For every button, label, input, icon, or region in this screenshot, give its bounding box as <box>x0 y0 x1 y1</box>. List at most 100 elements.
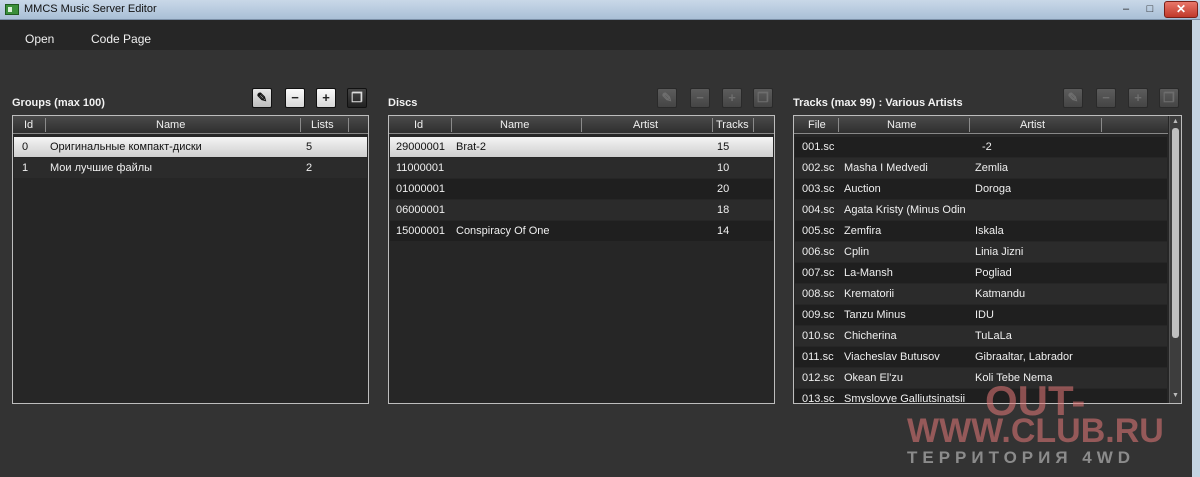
tracks-remove-button[interactable]: − <box>1096 88 1116 108</box>
tracks-add-button[interactable]: + <box>1128 88 1148 108</box>
track-file: 003.sc <box>802 183 835 195</box>
tracks-col-file[interactable]: File <box>808 119 826 131</box>
groups-add-button[interactable]: + <box>316 88 336 108</box>
table-row[interactable]: 11000001 10 <box>390 158 773 178</box>
disc-id: 29000001 <box>396 141 445 153</box>
discs-col-name[interactable]: Name <box>500 119 529 131</box>
tracks-col-artist[interactable]: Artist <box>1020 119 1045 131</box>
discs-table: Id Name Artist Tracks 29000001 Brat-2 15… <box>388 115 775 404</box>
plus-icon: + <box>1134 90 1142 105</box>
app-icon <box>5 4 19 15</box>
tracks-title: Tracks (max 99) : Various Artists <box>793 97 963 109</box>
plus-icon: + <box>322 90 330 105</box>
discs-copy-button[interactable]: ❐ <box>753 88 773 108</box>
copy-icon: ❐ <box>351 90 363 105</box>
track-name: Auction <box>844 183 881 195</box>
group-lists: 5 <box>306 141 313 153</box>
track-name: Chicherina <box>844 330 897 342</box>
close-button[interactable]: ✕ <box>1164 1 1198 18</box>
discs-edit-button[interactable]: ✎ <box>657 88 677 108</box>
track-artist: -2 <box>982 141 992 153</box>
groups-remove-button[interactable]: − <box>285 88 305 108</box>
track-file: 004.sc <box>802 204 835 216</box>
menu-open[interactable]: Open <box>25 32 54 46</box>
track-file: 010.sc <box>802 330 835 342</box>
tracks-copy-button[interactable]: ❐ <box>1159 88 1179 108</box>
table-row[interactable]: 0 Оригинальные компакт-диски 5 <box>14 137 367 157</box>
table-row[interactable]: 009.sc Tanzu Minus IDU <box>795 305 1167 325</box>
groups-col-lists[interactable]: Lists <box>311 119 334 131</box>
track-name: Okean El'zu <box>844 372 903 384</box>
table-row[interactable]: 06000001 18 <box>390 200 773 220</box>
track-name: La-Mansh <box>844 267 893 279</box>
minimize-button[interactable]: – <box>1115 2 1137 18</box>
table-row[interactable]: 008.sc Krematorii Katmandu <box>795 284 1167 304</box>
table-row[interactable]: 002.sc Masha I Medvedi Zemlia <box>795 158 1167 178</box>
track-file: 001.sc <box>802 141 835 153</box>
table-row[interactable]: 011.sc Viacheslav Butusov Gibraaltar, La… <box>795 347 1167 367</box>
table-row[interactable]: 012.sc Okean El'zu Koli Tebe Nema <box>795 368 1167 388</box>
scroll-up-icon[interactable]: ▲ <box>1170 117 1181 127</box>
track-name: Krematorii <box>844 288 895 300</box>
discs-col-artist[interactable]: Artist <box>633 119 658 131</box>
groups-copy-button[interactable]: ❐ <box>347 88 367 108</box>
discs-col-id[interactable]: Id <box>414 119 423 131</box>
table-row[interactable]: 1 Мои лучшие файлы 2 <box>14 158 367 178</box>
groups-table-header: Id Name Lists <box>13 116 368 134</box>
track-name: Masha I Medvedi <box>844 162 928 174</box>
track-file: 006.sc <box>802 246 835 258</box>
group-id: 0 <box>22 141 29 153</box>
discs-add-button[interactable]: + <box>722 88 742 108</box>
menu-bar: Open Code Page <box>0 20 1200 50</box>
tracks-col-name[interactable]: Name <box>887 119 916 131</box>
discs-remove-button[interactable]: − <box>690 88 710 108</box>
discs-title: Discs <box>388 97 418 109</box>
menu-code-page[interactable]: Code Page <box>91 32 151 46</box>
table-row[interactable]: 15000001 Conspiracy Of One 14 <box>390 221 773 241</box>
groups-col-id[interactable]: Id <box>24 119 33 131</box>
table-row[interactable]: 006.sc Cplin Linia Jizni <box>795 242 1167 262</box>
track-artist: Linia Jizni <box>975 246 1024 258</box>
table-row[interactable]: 013.sc Smyslovye Galliutsinatsii <box>795 389 1167 403</box>
maximize-button[interactable]: □ <box>1139 2 1161 18</box>
table-row[interactable]: 001.sc -2 <box>795 137 1167 157</box>
minus-icon: − <box>1102 90 1110 105</box>
groups-title: Groups (max 100) <box>12 97 105 109</box>
tracks-edit-button[interactable]: ✎ <box>1063 88 1083 108</box>
groups-col-name[interactable]: Name <box>156 119 185 131</box>
track-artist: IDU <box>975 309 994 321</box>
track-file: 009.sc <box>802 309 835 321</box>
disc-tracks: 18 <box>717 204 730 216</box>
tracks-scrollbar[interactable]: ▲ ▼ <box>1169 116 1181 403</box>
track-name: Cplin <box>844 246 870 258</box>
table-row[interactable]: 003.sc Auction Doroga <box>795 179 1167 199</box>
group-lists: 2 <box>306 162 313 174</box>
table-row[interactable]: 007.sc La-Mansh Pogliad <box>795 263 1167 283</box>
table-row[interactable]: 004.sc Agata Kristy (Minus Odin <box>795 200 1167 220</box>
groups-edit-button[interactable]: ✎ <box>252 88 272 108</box>
table-row[interactable]: 29000001 Brat-2 15 <box>390 137 773 157</box>
minus-icon: − <box>291 90 299 105</box>
group-id: 1 <box>22 162 29 174</box>
track-artist: Iskala <box>975 225 1004 237</box>
discs-col-tracks[interactable]: Tracks <box>716 119 749 131</box>
window-title: MMCS Music Server Editor <box>24 3 157 15</box>
track-file: 002.sc <box>802 162 835 174</box>
track-artist: Zemlia <box>975 162 1009 174</box>
table-row[interactable]: 005.sc Zemfira Iskala <box>795 221 1167 241</box>
tracks-table-header: File Name Artist <box>794 116 1168 134</box>
table-row[interactable]: 010.sc Chicherina TuLaLa <box>795 326 1167 346</box>
group-name: Оригинальные компакт-диски <box>50 141 202 153</box>
disc-name: Brat-2 <box>456 141 486 153</box>
window-titlebar: MMCS Music Server Editor – □ ✕ <box>0 0 1200 20</box>
groups-table: Id Name Lists 0 Оригинальные компакт-дис… <box>12 115 369 404</box>
discs-table-header: Id Name Artist Tracks <box>389 116 774 134</box>
scrollbar-thumb[interactable] <box>1172 128 1179 338</box>
track-artist: Pogliad <box>975 267 1012 279</box>
disc-tracks: 20 <box>717 183 730 195</box>
track-name: Viacheslav Butusov <box>844 351 940 363</box>
window-border <box>1192 20 1200 477</box>
table-row[interactable]: 01000001 20 <box>390 179 773 199</box>
scroll-down-icon[interactable]: ▼ <box>1170 391 1181 401</box>
track-artist: Gibraaltar, Labrador <box>975 351 1073 363</box>
